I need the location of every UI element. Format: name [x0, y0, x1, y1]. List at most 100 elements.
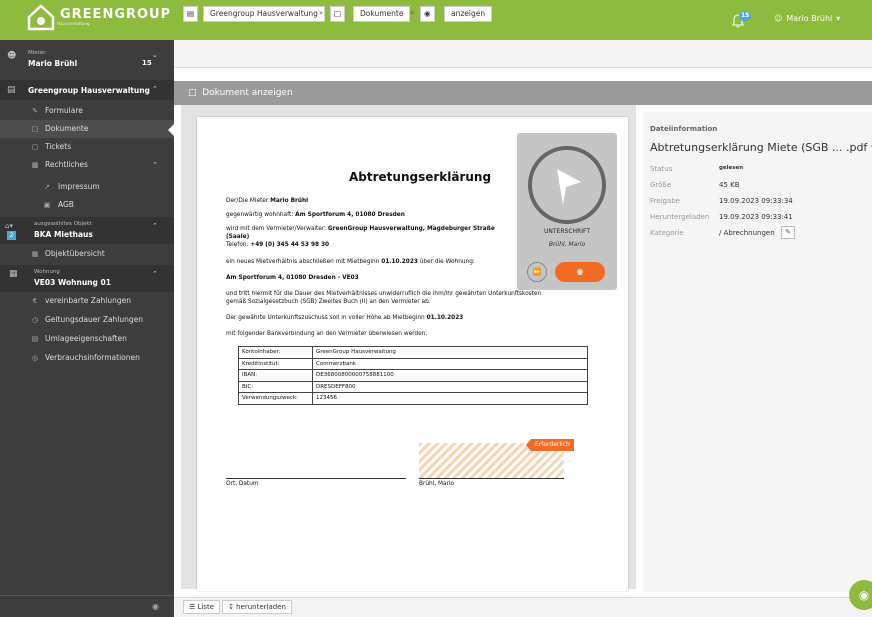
doc-line-assignment-2: gemäß Sozialgesetzbuch (SGB) Zweites Buc…	[226, 299, 431, 305]
sidebar-item-label: Verbrauchsinformationen	[45, 353, 140, 362]
document-crumb-icon: □	[330, 6, 346, 22]
chevron-up-icon: ⌃	[152, 85, 158, 93]
table-cell-value: 123456	[312, 392, 588, 405]
info-value-category: / Abrechnungen	[719, 229, 775, 237]
edit-category-button[interactable]: ✎	[781, 226, 795, 239]
object-count-badge: 2	[7, 231, 16, 240]
doc-line-apartment: Am Sportforum 4, 01080 Dresden - VE03	[226, 275, 359, 281]
sidebar-item-impressum[interactable]: ↗ Impressum	[0, 178, 174, 196]
table-cell-value: Commerzbank	[312, 357, 588, 370]
clock-icon: ◷	[31, 316, 39, 324]
app-root: GREENGROUP Hausverwaltung 15 ☺ Mario Brü…	[0, 0, 872, 617]
sidebar-item-label: Dokumente	[45, 124, 89, 133]
table-cell-label: Kreditinstitut:	[238, 357, 313, 370]
bank-details-table: Kontoinhaber: GreenGroup Hausverwaltung K…	[238, 346, 588, 405]
brand-logo[interactable]: GREENGROUP Hausverwaltung	[26, 3, 171, 31]
info-value-size: 45 KB	[719, 181, 740, 189]
document-icon: □	[31, 125, 39, 133]
link-icon: ↗	[44, 183, 50, 191]
active-indicator	[168, 124, 174, 136]
table-cell-value: DRESDEFF800	[312, 380, 588, 393]
sidebar-item-label: AGB	[58, 200, 74, 209]
legal-icon: ▩	[31, 161, 39, 169]
eye-crumb-icon: ◉	[420, 6, 435, 22]
doc-line-address: gegenwärtig wohnhaft: Am Sportforum 4, 0…	[226, 212, 405, 218]
tenant-name: Mario Brühl	[28, 59, 78, 68]
document-title: Abtretungserklärung	[349, 170, 492, 184]
info-label-downloaded: Heruntergeladen	[650, 213, 710, 221]
sidebar-item-vereinbarte-zahlungen[interactable]: € vereinbarte Zahlungen	[0, 292, 174, 310]
doc-line-subsidy: Der gewährte Unterkunftszuschuss soll in…	[226, 315, 464, 321]
house-logo-icon	[26, 3, 56, 31]
chevron-up-icon: ⌃	[152, 222, 158, 230]
doc-line-phone: Telefon: +49 (0) 345 44 53 98 30	[226, 242, 330, 248]
user-icon: ☺	[774, 14, 783, 23]
sidebar-item-formulare[interactable]: ✎ Formulare	[0, 102, 174, 120]
crumb-anzeigen[interactable]: anzeigen	[444, 6, 493, 22]
home-dropdown-icon: ⌂▾	[5, 222, 13, 230]
person-icon: ☻	[7, 51, 17, 61]
info-value-downloaded: 19.09.2023 09:33:41	[719, 213, 793, 221]
info-label-release: Freigabe	[650, 197, 680, 205]
sidebar-item-umlageeigenschaften[interactable]: ▤ Umlageeigenschaften	[0, 330, 174, 348]
sidebar-item-label: Rechtliches	[45, 160, 88, 169]
object-section[interactable]: ⌂▾ 2 ausgewähltes Objekt BKA Miethaus ⌃	[0, 217, 174, 244]
home-crumb-icon[interactable]: ▤	[183, 6, 199, 22]
doc-line-city: (Saale)	[226, 234, 250, 240]
chevron-up-icon: ⌃	[152, 270, 158, 278]
place-date-label: Ort, Datum	[226, 481, 259, 487]
crumb-separator: »	[319, 9, 324, 17]
sidebar-footer: ◉	[0, 595, 174, 617]
table-cell-value: DE36800800000758881100	[312, 369, 588, 382]
table-row: Kontoinhaber: GreenGroup Hausverwaltung	[238, 346, 588, 359]
required-badge: Erforderlich	[526, 439, 574, 451]
crumb-separator: »	[410, 9, 415, 17]
sidebar-item-label: Umlageeigenschaften	[45, 334, 127, 343]
crumb-greengroup[interactable]: Greengroup Hausverwaltung	[203, 6, 325, 22]
sidebar-item-label: Formulare	[45, 106, 83, 115]
sidebar-item-geltungsdauer[interactable]: ◷ Geltungsdauer Zahlungen	[0, 311, 174, 329]
download-button[interactable]: ↧ herunterladen	[222, 600, 292, 614]
table-icon: ▤	[31, 335, 39, 343]
user-menu[interactable]: ☺ Mario Brühl ▾	[774, 14, 840, 23]
info-value-release: 19.09.2023 09:33:34	[719, 197, 793, 205]
sidebar-item-verbrauchsinformationen[interactable]: ◎ Verbrauchsinformationen	[0, 349, 174, 367]
table-cell-label: Kontoinhaber:	[238, 346, 313, 359]
collapse-sidebar-icon[interactable]: ◉	[152, 602, 159, 611]
sidebar-item-rechtliches[interactable]: ▩ Rechtliches ⌃	[0, 156, 174, 174]
table-row: IBAN: DE36800800000758881100	[238, 369, 588, 382]
info-value-status: gelesen	[719, 165, 744, 171]
doc-line-lease: ein neues Mietverhältnis abschließen mit…	[226, 259, 475, 265]
signer-label: Brühl, Mario	[419, 481, 455, 487]
table-row: Kreditinstitut: Commerzbank	[238, 357, 588, 370]
table-cell-label: IBAN:	[238, 369, 313, 382]
next-field-button[interactable]: ⏩	[527, 262, 547, 282]
org-section[interactable]: ▤ Greengroup Hausverwaltung ⌃	[0, 80, 174, 100]
panel-title: Dokument anzeigen	[202, 88, 293, 98]
object-name: BKA Miethaus	[34, 230, 93, 239]
panel-header: □ Dokument anzeigen	[174, 81, 872, 105]
sidebar-item-tickets[interactable]: ▢ Tickets	[0, 138, 174, 156]
table-cell-label: Verwendungszweck:	[238, 392, 313, 405]
tenant-count: 15	[142, 59, 152, 67]
tenant-label: Mieter	[28, 50, 46, 56]
chevron-up-icon: ⌃	[152, 161, 158, 169]
info-label-size: Größe	[650, 181, 672, 189]
sidebar-item-objektuebersicht[interactable]: ▦ Objektübersicht	[0, 245, 174, 263]
signature-line-left	[226, 478, 406, 479]
crumb-dokumente[interactable]: Dokumente	[353, 6, 411, 22]
ticket-icon: ▢	[31, 143, 39, 151]
file-info-panel	[643, 112, 872, 592]
unit-section[interactable]: ▦ Wohnung VE03 Wohnung 01 ⌃	[0, 265, 174, 292]
tenant-selector[interactable]: ☻ Mieter Mario Brühl 15 ⌄	[0, 43, 174, 75]
sidebar-item-dokumente[interactable]: □ Dokumente	[0, 120, 174, 138]
object-label: ausgewähltes Objekt	[34, 221, 92, 227]
sidebar-item-agb[interactable]: ▣ AGB	[0, 196, 174, 214]
view-button[interactable]: ◉	[555, 262, 605, 282]
gauge-icon: ◎	[31, 354, 39, 362]
sidebar-item-label: Geltungsdauer Zahlungen	[45, 315, 144, 324]
list-button[interactable]: ☰ Liste	[183, 600, 221, 614]
table-cell-value: GreenGroup Hausverwaltung	[312, 346, 588, 359]
chevron-down-icon: ⌄	[152, 51, 158, 59]
chat-bubble-icon[interactable]: ◉	[849, 580, 872, 610]
